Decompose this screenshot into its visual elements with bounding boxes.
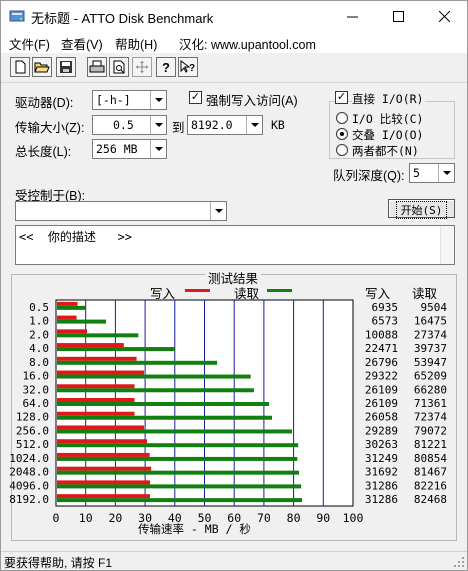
x-tick-label: 70 bbox=[257, 511, 271, 525]
read-value: 65209 bbox=[414, 370, 447, 383]
status-text: 要获得帮助, 请按 F1 bbox=[4, 556, 113, 570]
results-chart: 0 10 20 30 40 50 60 70 80 90 1000.5 6935 95041.0 6573… bbox=[9, 289, 448, 525]
write-bar bbox=[57, 411, 135, 416]
read-bar bbox=[57, 305, 86, 310]
legend-write-swatch bbox=[185, 289, 210, 292]
write-value: 31249 bbox=[365, 452, 398, 465]
read-bar bbox=[57, 484, 302, 489]
write-value: 26109 bbox=[365, 397, 398, 410]
read-value: 80854 bbox=[414, 452, 447, 465]
read-bar bbox=[57, 415, 273, 420]
x-tick-label: 90 bbox=[316, 511, 330, 525]
category-label: 16.0 bbox=[23, 370, 50, 383]
write-bar bbox=[57, 343, 124, 348]
write-bar bbox=[57, 398, 135, 402]
read-bar bbox=[57, 429, 292, 434]
write-bar bbox=[57, 439, 147, 444]
category-label: 64.0 bbox=[23, 397, 50, 410]
write-bar bbox=[57, 329, 87, 334]
category-label: 0.5 bbox=[29, 301, 49, 314]
read-bar bbox=[57, 470, 300, 475]
read-value: 39737 bbox=[414, 342, 447, 355]
read-value: 81467 bbox=[414, 466, 447, 479]
read-value: 27374 bbox=[414, 328, 447, 341]
write-value: 22471 bbox=[365, 342, 398, 355]
write-value: 31692 bbox=[365, 466, 398, 479]
read-value: 9504 bbox=[421, 301, 448, 314]
x-tick-label: 20 bbox=[108, 511, 122, 525]
write-value: 30263 bbox=[365, 438, 398, 451]
write-bar bbox=[57, 480, 150, 485]
write-value: 31286 bbox=[365, 493, 398, 506]
read-bar bbox=[57, 498, 303, 503]
resize-grip-icon[interactable] bbox=[453, 556, 465, 568]
column-header-read: 读取 bbox=[412, 287, 438, 301]
legend-read-swatch bbox=[267, 289, 292, 292]
x-axis-label: 传输速率 - MB / 秒 bbox=[138, 522, 251, 536]
write-value: 29322 bbox=[365, 370, 398, 383]
category-label: 8.0 bbox=[29, 356, 49, 369]
category-label: 8192.0 bbox=[9, 493, 49, 506]
write-value: 6935 bbox=[372, 301, 399, 314]
category-label: 4096.0 bbox=[9, 479, 49, 492]
write-bar bbox=[57, 384, 135, 389]
read-value: 16475 bbox=[414, 315, 447, 328]
category-label: 32.0 bbox=[23, 383, 50, 396]
read-value: 72374 bbox=[414, 411, 447, 424]
category-label: 1024.0 bbox=[9, 452, 49, 465]
write-bar bbox=[57, 370, 145, 375]
read-bar bbox=[57, 347, 175, 352]
x-tick-label: 100 bbox=[343, 511, 364, 525]
write-value: 31286 bbox=[365, 479, 398, 492]
read-bar bbox=[57, 360, 218, 365]
read-bar bbox=[57, 402, 270, 406]
write-bar bbox=[57, 425, 145, 430]
read-value: 81221 bbox=[414, 438, 447, 451]
write-value: 10088 bbox=[365, 328, 398, 341]
write-bar bbox=[57, 315, 77, 320]
read-bar bbox=[57, 333, 139, 338]
read-value: 71361 bbox=[414, 397, 447, 410]
write-value: 29289 bbox=[365, 424, 398, 437]
read-bar bbox=[57, 443, 299, 448]
read-value: 53947 bbox=[414, 356, 447, 369]
legend-write-label: 写入 bbox=[150, 287, 176, 301]
write-bar bbox=[57, 494, 150, 499]
legend-read-label: 读取 bbox=[234, 287, 260, 301]
x-tick-label: 80 bbox=[287, 511, 301, 525]
x-tick-label: 10 bbox=[79, 511, 93, 525]
x-tick-label: 0 bbox=[53, 511, 60, 525]
write-bar bbox=[57, 356, 137, 361]
category-label: 128.0 bbox=[16, 411, 49, 424]
read-bar bbox=[57, 319, 107, 324]
write-bar bbox=[57, 452, 150, 457]
read-value: 82468 bbox=[414, 493, 447, 506]
write-bar bbox=[57, 301, 78, 306]
category-label: 1.0 bbox=[29, 315, 49, 328]
read-value: 79072 bbox=[414, 424, 447, 437]
category-label: 4.0 bbox=[29, 342, 49, 355]
write-value: 26058 bbox=[365, 411, 398, 424]
status-bar: 要获得帮助, 请按 F1 bbox=[1, 551, 467, 570]
write-value: 26109 bbox=[365, 383, 398, 396]
write-bar bbox=[57, 466, 152, 471]
read-bar bbox=[57, 374, 251, 379]
write-value: 26796 bbox=[365, 356, 398, 369]
write-value: 6573 bbox=[372, 315, 399, 328]
category-label: 512.0 bbox=[16, 438, 49, 451]
app-window: 无标题 - ATTO Disk Benchmark 文件(F) 查看(V) 帮助… bbox=[0, 0, 468, 571]
read-bar bbox=[57, 388, 254, 393]
read-value: 82216 bbox=[414, 479, 447, 492]
read-bar bbox=[57, 456, 298, 461]
read-value: 66280 bbox=[414, 383, 447, 396]
category-label: 2.0 bbox=[29, 328, 49, 341]
category-label: 256.0 bbox=[16, 424, 49, 437]
category-label: 2048.0 bbox=[9, 466, 49, 479]
column-header-write: 写入 bbox=[365, 287, 391, 301]
